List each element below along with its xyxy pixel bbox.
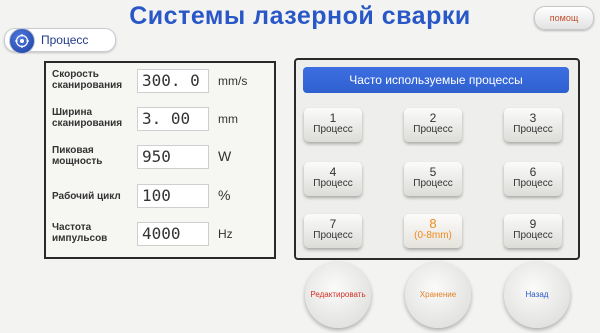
- pulse-frequency-label: Частота импульсов: [52, 222, 108, 244]
- process-label: Процесс: [313, 230, 353, 241]
- peak-power-unit: W: [218, 148, 232, 164]
- process-number: 7: [329, 217, 337, 231]
- param-row-pulse-frequency: Частота импульсов 4000 Hz: [46, 218, 274, 252]
- peak-power-label: Пиковая мощность: [52, 145, 103, 167]
- param-row-scan-width: Ширина сканирования 3. 00 mm: [46, 103, 274, 137]
- process-button-4[interactable]: 4 Процесс: [304, 162, 362, 196]
- process-label: Процесс: [513, 230, 553, 241]
- back-button[interactable]: Назад: [504, 262, 570, 328]
- process-button-2[interactable]: 2 Процесс: [404, 108, 462, 142]
- scan-width-unit: mm: [218, 112, 238, 126]
- tab-process[interactable]: Процесс: [4, 28, 116, 54]
- scan-width-input[interactable]: 3. 00: [137, 107, 209, 131]
- scan-width-label: Ширина сканирования: [52, 107, 123, 129]
- process-label: Процесс: [513, 124, 553, 135]
- duty-cycle-unit: %: [218, 187, 231, 203]
- param-row-peak-power: Пиковая мощность 950 W: [46, 141, 274, 175]
- process-label: (0-8mm): [414, 230, 452, 241]
- process-number: 5: [429, 165, 437, 179]
- pulse-frequency-unit: Hz: [218, 227, 233, 241]
- edit-button[interactable]: Редактировать: [305, 262, 371, 328]
- common-processes-header: Часто используемые процессы: [303, 67, 569, 93]
- duty-cycle-label: Рабочий цикл: [52, 191, 121, 202]
- process-label: Процесс: [413, 178, 453, 189]
- scan-speed-label: Скорость сканирования: [52, 69, 123, 91]
- process-label: Процесс: [513, 178, 553, 189]
- scan-speed-unit: mm/s: [218, 74, 248, 88]
- process-number: 6: [529, 165, 537, 179]
- common-processes-panel: Часто используемые процессы 1 Процесс 2 …: [294, 58, 580, 260]
- process-number: 2: [429, 111, 437, 125]
- parameters-panel: Скорость сканирования 300. 0 mm/s Ширина…: [44, 61, 276, 259]
- tab-process-label: Процесс: [41, 33, 89, 47]
- peak-power-input[interactable]: 950: [137, 145, 209, 169]
- param-row-scan-speed: Скорость сканирования 300. 0 mm/s: [46, 65, 274, 99]
- param-row-duty-cycle: Рабочий цикл 100 %: [46, 180, 274, 214]
- process-button-6[interactable]: 6 Процесс: [504, 162, 562, 196]
- process-button-1[interactable]: 1 Процесс: [304, 108, 362, 142]
- process-button-7[interactable]: 7 Процесс: [304, 214, 362, 248]
- process-number: 9: [529, 217, 537, 231]
- save-button[interactable]: Хранение: [405, 262, 471, 328]
- process-number: 8: [429, 216, 437, 231]
- scan-speed-input[interactable]: 300. 0: [137, 69, 209, 93]
- process-button-9[interactable]: 9 Процесс: [504, 214, 562, 248]
- process-number: 1: [329, 111, 337, 125]
- process-number: 3: [529, 111, 537, 125]
- process-button-5[interactable]: 5 Процесс: [404, 162, 462, 196]
- process-button-3[interactable]: 3 Процесс: [504, 108, 562, 142]
- process-icon: [9, 28, 35, 54]
- help-button[interactable]: помощ: [534, 6, 594, 30]
- process-label: Процесс: [413, 124, 453, 135]
- process-label: Процесс: [313, 124, 353, 135]
- process-button-8[interactable]: 8 (0-8mm): [404, 214, 462, 248]
- duty-cycle-input[interactable]: 100: [137, 184, 209, 208]
- pulse-frequency-input[interactable]: 4000: [137, 222, 209, 246]
- process-label: Процесс: [313, 178, 353, 189]
- process-number: 4: [329, 165, 337, 179]
- page-title: Системы лазерной сварки: [129, 2, 471, 30]
